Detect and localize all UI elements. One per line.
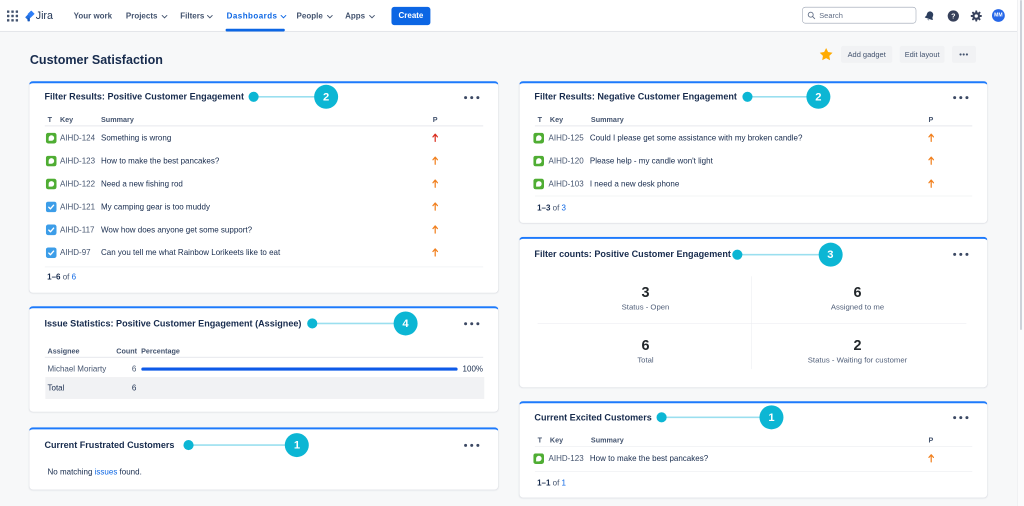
svg-text:?: ?	[951, 12, 955, 20]
